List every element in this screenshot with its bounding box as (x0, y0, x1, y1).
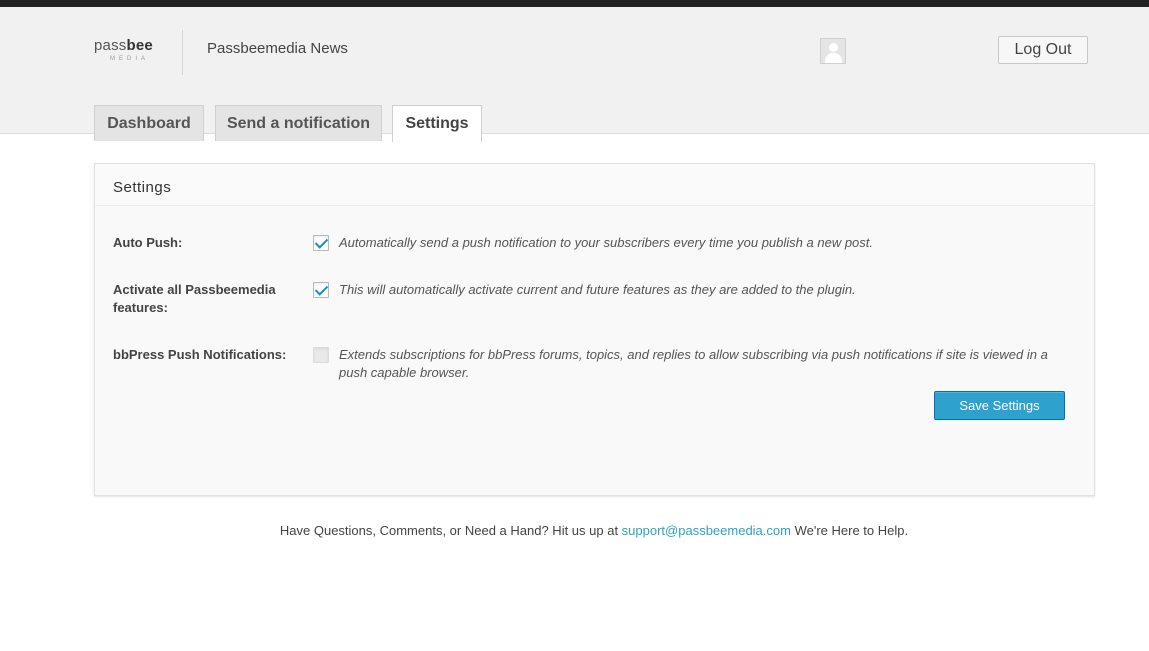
bbpress-push-description: Extends subscriptions for bbPress forums… (339, 347, 1048, 380)
site-name: Passbeemedia News (207, 40, 348, 57)
panel-title: Settings (113, 179, 172, 196)
panel-header: Settings (95, 164, 1094, 206)
settings-panel: Settings Auto Push: Automatically send a… (94, 163, 1095, 496)
activate-features-label: Activate all Passbeemedia features: (113, 282, 276, 315)
save-settings-button[interactable]: Save Settings (934, 391, 1065, 420)
bbpress-push-label: bbPress Push Notifications: (113, 347, 287, 362)
user-avatar-icon[interactable] (820, 38, 846, 64)
auto-push-label: Auto Push: (113, 235, 183, 250)
activate-features-checkbox[interactable] (313, 282, 329, 298)
tab-send-notification[interactable]: Send a notification (215, 105, 382, 141)
tab-dashboard[interactable]: Dashboard (94, 105, 204, 141)
passbee-logo[interactable]: passbee MEDIA (94, 37, 164, 67)
support-email-link[interactable]: support@passbeemedia.com (622, 523, 791, 538)
logout-button[interactable]: Log Out (998, 36, 1088, 64)
auto-push-description: Automatically send a push notification t… (339, 235, 873, 250)
header-divider (182, 30, 183, 75)
tab-settings[interactable]: Settings (392, 105, 482, 142)
auto-push-checkbox[interactable] (313, 235, 329, 251)
top-bar (0, 0, 1149, 7)
footer-help-text: Have Questions, Comments, or Need a Hand… (279, 523, 909, 538)
bbpress-push-checkbox[interactable] (313, 347, 329, 363)
header: passbee MEDIA Passbeemedia News Log Out … (0, 7, 1149, 142)
activate-features-description: This will automatically activate current… (339, 282, 856, 297)
